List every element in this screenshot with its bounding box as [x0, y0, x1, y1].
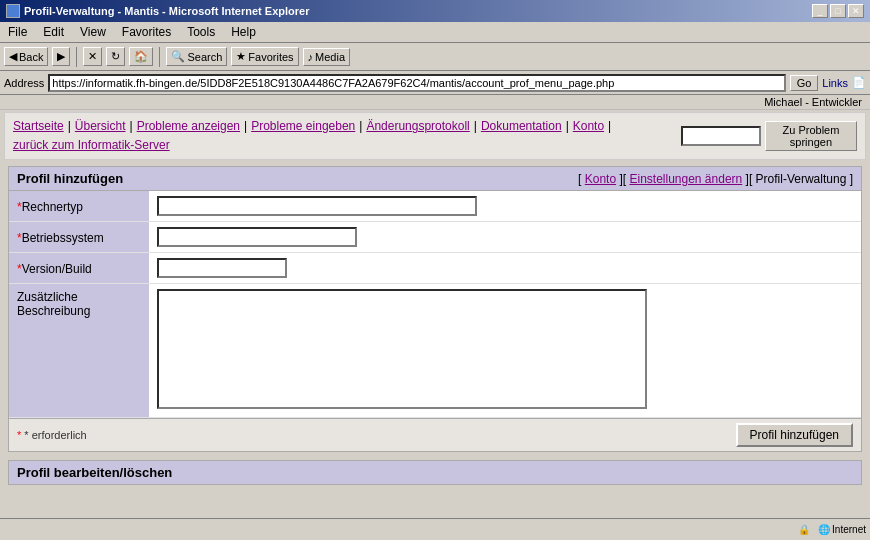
section2-header: Profil bearbeiten/löschen — [8, 460, 862, 485]
beschreibung-label: ZusätzlicheBeschreibung — [9, 284, 149, 418]
link-konto[interactable]: Konto — [585, 172, 616, 186]
back-icon: ◀ — [9, 50, 17, 63]
zone-indicator: 🌐 Internet — [818, 524, 866, 535]
nav-probleme-eingeben[interactable]: Probleme eingeben — [251, 117, 355, 136]
refresh-button[interactable]: ↻ — [106, 47, 125, 66]
window-controls: _ □ ✕ — [812, 4, 864, 18]
search-icon: 🔍 — [171, 50, 185, 63]
rechnertyp-cell — [149, 191, 861, 222]
favorites-icon: ★ — [236, 50, 246, 63]
link-einstellungen[interactable]: Einstellungen ändern — [629, 172, 742, 186]
form-title: Profil hinzufügen — [17, 171, 123, 186]
stop-button[interactable]: ✕ — [83, 47, 102, 66]
form-section-header: Profil hinzufügen [ Konto ][ Einstellung… — [9, 167, 861, 191]
betriebssystem-label: *Betriebssystem — [9, 222, 149, 253]
table-row: *Version/Build — [9, 253, 861, 284]
table-row: ZusätzlicheBeschreibung — [9, 284, 861, 418]
add-profile-section: Profil hinzufügen [ Konto ][ Einstellung… — [8, 166, 862, 452]
home-icon: 🏠 — [134, 50, 148, 63]
nav-ubersicht[interactable]: Übersicht — [75, 117, 126, 136]
media-icon: ♪ — [308, 51, 314, 63]
jump-button[interactable]: Zu Problem springen — [765, 121, 857, 151]
version-input[interactable] — [157, 258, 287, 278]
table-row: *Betriebssystem — [9, 222, 861, 253]
jump-input[interactable] — [681, 126, 761, 146]
refresh-icon: ↻ — [111, 50, 120, 63]
form-table: *Rechnertyp *Betriebssystem — [9, 191, 861, 418]
back-button[interactable]: ◀ Back — [4, 47, 48, 66]
form-footer: * * erforderlich Profil hinzufügen — [9, 418, 861, 451]
toolbar-separator — [76, 47, 77, 67]
form-section-links: [ Konto ][ Einstellungen ändern ][ Profi… — [578, 172, 853, 186]
menu-tools[interactable]: Tools — [183, 24, 219, 40]
stop-icon: ✕ — [88, 50, 97, 63]
rechnertyp-input[interactable] — [157, 196, 477, 216]
window-titlebar: Profil-Verwaltung - Mantis - Microsoft I… — [0, 0, 870, 22]
nav-startseite[interactable]: Startseite — [13, 117, 64, 136]
nav-informatik-server[interactable]: zurück zum Informatik-Server — [13, 136, 170, 155]
forward-button[interactable]: ▶ — [52, 47, 70, 66]
menubar: File Edit View Favorites Tools Help — [0, 22, 870, 43]
required-note: * * erforderlich — [17, 429, 87, 441]
menu-favorites[interactable]: Favorites — [118, 24, 175, 40]
link-profil-verwaltung: Profil-Verwaltung — [756, 172, 847, 186]
main-content: Profil hinzufügen [ Konto ][ Einstellung… — [0, 162, 870, 489]
table-row: *Rechnertyp — [9, 191, 861, 222]
menu-help[interactable]: Help — [227, 24, 260, 40]
forward-icon: ▶ — [57, 50, 65, 63]
statusbar: 🔒 🌐 Internet — [0, 518, 870, 540]
search-button[interactable]: 🔍 Search — [166, 47, 227, 66]
nav-dokumentation[interactable]: Dokumentation — [481, 117, 562, 136]
home-button[interactable]: 🏠 — [129, 47, 153, 66]
links-label: Links — [822, 77, 848, 89]
nav-right: Zu Problem springen — [681, 121, 857, 151]
menu-file[interactable]: File — [4, 24, 31, 40]
user-info: Michael - Entwickler — [764, 96, 862, 108]
zone-label: Internet — [832, 524, 866, 535]
nav-links: Startseite | Übersicht | Probleme anzeig… — [13, 117, 681, 155]
statusbar-right: 🔒 🌐 Internet — [798, 524, 866, 535]
nav-anderungsprotokoll[interactable]: Änderungsprotokoll — [366, 117, 469, 136]
page-content: Michael - Entwickler Startseite | Übersi… — [0, 95, 870, 517]
rechnertyp-label: *Rechnertyp — [9, 191, 149, 222]
beschreibung-cell — [149, 284, 861, 418]
beschreibung-textarea[interactable] — [157, 289, 647, 409]
addressbar: Address Go Links 📄 — [0, 71, 870, 95]
nav-konto[interactable]: Konto — [573, 117, 604, 136]
nav-probleme-anzeigen[interactable]: Probleme anzeigen — [137, 117, 240, 136]
address-label: Address — [4, 77, 44, 89]
betriebssystem-cell — [149, 222, 861, 253]
section2-title: Profil bearbeiten/löschen — [17, 465, 172, 480]
address-input[interactable] — [48, 74, 785, 92]
version-cell — [149, 253, 861, 284]
toolbar-separator-2 — [159, 47, 160, 67]
nav-bar: Startseite | Übersicht | Probleme anzeig… — [4, 112, 866, 160]
toolbar: ◀ Back ▶ ✕ ↻ 🏠 🔍 Search ★ Favorites ♪ Me… — [0, 43, 870, 71]
go-button[interactable]: Go — [790, 75, 819, 91]
media-button[interactable]: ♪ Media — [303, 48, 350, 66]
minimize-button[interactable]: _ — [812, 4, 828, 18]
menu-edit[interactable]: Edit — [39, 24, 68, 40]
menu-view[interactable]: View — [76, 24, 110, 40]
lock-icon: 🔒 — [798, 524, 810, 535]
close-button[interactable]: ✕ — [848, 4, 864, 18]
links-icon: 📄 — [852, 76, 866, 89]
window-title: Profil-Verwaltung - Mantis - Microsoft I… — [24, 5, 309, 17]
betriebssystem-input[interactable] — [157, 227, 357, 247]
version-label: *Version/Build — [9, 253, 149, 284]
favorites-button[interactable]: ★ Favorites — [231, 47, 298, 66]
add-profile-button[interactable]: Profil hinzufügen — [736, 423, 853, 447]
window-icon — [6, 4, 20, 18]
maximize-button[interactable]: □ — [830, 4, 846, 18]
